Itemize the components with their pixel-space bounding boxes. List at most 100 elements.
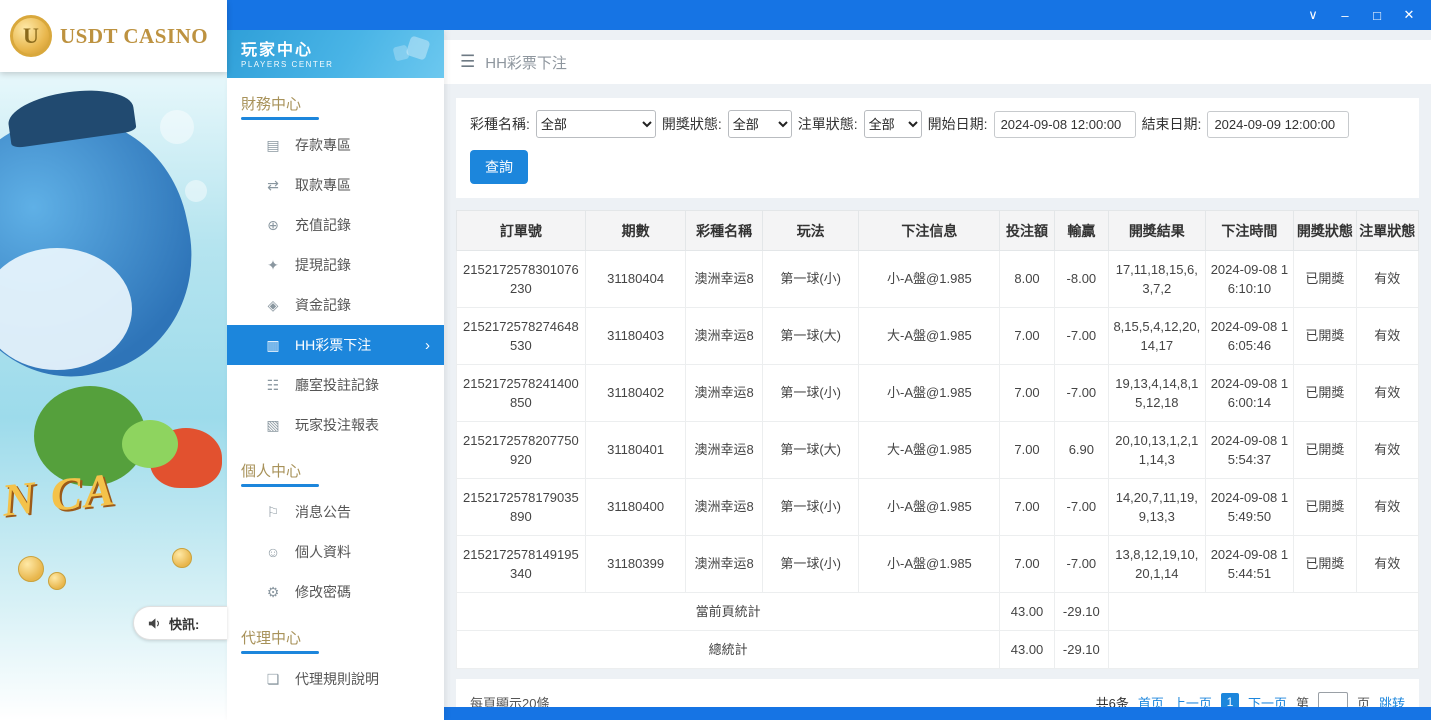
cell-lottery: 澳洲幸运8 [686, 251, 762, 308]
bet-status-select[interactable]: 全部 [864, 110, 922, 138]
sidebar-item-profile[interactable]: ☺ 個人資料 [227, 532, 444, 572]
table-header-row: 訂單號期數彩種名稱玩法下注信息投注額輸贏開獎結果下注時間開獎狀態注單狀態 [457, 211, 1419, 251]
cell-bet_info: 小-A盤@1.985 [859, 251, 1000, 308]
footer-marquee-bar [444, 707, 1431, 720]
section-title: 財務中心 [241, 93, 444, 114]
table-row: 215217257827464853031180403澳洲幸运8第一球(大)大-… [457, 308, 1419, 365]
cell-bet_info: 大-A盤@1.985 [859, 422, 1000, 479]
query-button[interactable]: 查詢 [470, 150, 528, 184]
menu-icon[interactable]: ☰ [460, 52, 475, 72]
sidebar-item-recharge-records[interactable]: ⊕充值記錄 [227, 205, 444, 245]
cell-win_loss: -7.00 [1054, 308, 1108, 365]
section-underline [241, 117, 319, 120]
cell-period: 31180400 [585, 479, 686, 536]
gold-coin [18, 556, 44, 582]
cell-draw_status: 已開獎 [1294, 422, 1356, 479]
cell-order_id: 2152172578274648530 [457, 308, 586, 365]
collapse-icon[interactable]: ∨ [1297, 0, 1329, 30]
column-header: 期數 [585, 211, 686, 251]
sidebar-item-room-bet-records[interactable]: ☷廳室投註記錄 [227, 365, 444, 405]
sidebar-item-deposit-area[interactable]: ▤存款專區 [227, 125, 444, 165]
cell-period: 31180402 [585, 365, 686, 422]
start-date-label: 開始日期: [928, 114, 988, 134]
lottery-name-select[interactable]: 全部 [536, 110, 656, 138]
close-icon[interactable]: ✕ [1393, 0, 1425, 30]
bets-table: 訂單號期數彩種名稱玩法下注信息投注額輸贏開獎結果下注時間開獎狀態注單狀態 215… [456, 210, 1419, 669]
cell-bet_status: 有效 [1356, 251, 1418, 308]
cell-play: 第一球(小) [762, 365, 859, 422]
sidebar-item-withdraw-area[interactable]: ⇄取款專區 [227, 165, 444, 205]
cell-order_id: 2152172578149195340 [457, 536, 586, 593]
cell-bet_time: 2024-09-08 15:54:37 [1205, 422, 1294, 479]
cell-draw_status: 已開獎 [1294, 365, 1356, 422]
sidebar-item-label: 提現記錄 [295, 255, 351, 275]
cell-amount: 7.00 [1000, 422, 1054, 479]
news-ticker-button[interactable]: 快訊: [133, 606, 227, 640]
cell-draw_status: 已開獎 [1294, 479, 1356, 536]
turtle-head [122, 420, 178, 468]
cell-order_id: 2152172578179035890 [457, 479, 586, 536]
ticker-label: 快訊: [169, 614, 199, 633]
cell-play: 第一球(大) [762, 308, 859, 365]
lottery-name-label: 彩種名稱: [470, 114, 530, 134]
end-date-label: 結束日期: [1142, 114, 1202, 134]
column-header: 下注時間 [1205, 211, 1294, 251]
cell-amount: 7.00 [1000, 479, 1054, 536]
agent-rules-icon: ❏ [265, 671, 281, 688]
maximize-icon[interactable]: □ [1361, 0, 1393, 30]
minimize-icon[interactable]: – [1329, 0, 1361, 30]
sidebar-item-label: 代理規則說明 [295, 669, 379, 689]
cell-lottery: 澳洲幸运8 [686, 308, 762, 365]
summary-winloss: -29.10 [1054, 631, 1108, 669]
sidebar-item-player-bet-report[interactable]: ▧玩家投注報表 [227, 405, 444, 445]
cell-play: 第一球(小) [762, 536, 859, 593]
draw-status-label: 開獎狀態: [662, 114, 722, 134]
players-center-subtitle: PLAYERS CENTER [241, 60, 444, 69]
cell-draw_status: 已開獎 [1294, 308, 1356, 365]
cell-bet_time: 2024-09-08 16:05:46 [1205, 308, 1294, 365]
cell-lottery: 澳洲幸运8 [686, 536, 762, 593]
deposit-area-icon: ▤ [265, 137, 281, 154]
summary-filler [1109, 593, 1419, 631]
sidebar-item-label: 個人資料 [295, 542, 351, 562]
cell-order_id: 2152172578241400850 [457, 365, 586, 422]
cell-order_id: 2152172578207750920 [457, 422, 586, 479]
hh-lottery-bets-icon: ▥ [265, 337, 281, 354]
cell-lottery: 澳洲幸运8 [686, 365, 762, 422]
filter-panel: 彩種名稱: 全部 開獎狀態: 全部 注單狀態: 全部 開始日期: 結束日期: [456, 98, 1419, 198]
brand-logo: U USDT CASINO [0, 0, 227, 72]
cell-bet_info: 大-A盤@1.985 [859, 308, 1000, 365]
gold-coin [172, 548, 192, 568]
column-header: 注單狀態 [1356, 211, 1418, 251]
artwork-gold-text: N CA [0, 462, 119, 527]
cell-bet_time: 2024-09-08 16:00:14 [1205, 365, 1294, 422]
bets-table-card: 訂單號期數彩種名稱玩法下注信息投注額輸贏開獎結果下注時間開獎狀態注單狀態 215… [456, 210, 1419, 669]
profile-icon: ☺ [265, 544, 281, 560]
draw-status-select[interactable]: 全部 [728, 110, 792, 138]
cell-bet_status: 有效 [1356, 479, 1418, 536]
sidebar-item-agent-rules[interactable]: ❏ 代理規則說明 [227, 659, 444, 699]
column-header: 輸贏 [1054, 211, 1108, 251]
sidebar-item-withdrawal-records[interactable]: ✦提現記錄 [227, 245, 444, 285]
sidebar: 玩家中心 PLAYERS CENTER 財務中心▤存款專區⇄取款專區⊕充值記錄✦… [227, 30, 444, 720]
cell-bet_status: 有效 [1356, 536, 1418, 593]
sidebar-item-announcements[interactable]: ⚐消息公告 [227, 492, 444, 532]
start-date-input[interactable] [994, 111, 1136, 138]
column-header: 投注額 [1000, 211, 1054, 251]
sidebar-item-funds-records[interactable]: ◈資金記錄 [227, 285, 444, 325]
sidebar-item-change-password[interactable]: ⚙修改密碼 [227, 572, 444, 612]
cell-lottery: 澳洲幸运8 [686, 422, 762, 479]
cell-order_id: 2152172578301076230 [457, 251, 586, 308]
cell-bet_info: 小-A盤@1.985 [859, 536, 1000, 593]
table-row: 215217257820775092031180401澳洲幸运8第一球(大)大-… [457, 422, 1419, 479]
cell-draw_status: 已開獎 [1294, 251, 1356, 308]
page-title: HH彩票下注 [485, 52, 567, 73]
end-date-input[interactable] [1207, 111, 1349, 138]
withdraw-area-icon: ⇄ [265, 177, 281, 194]
sidebar-item-hh-lottery-bets[interactable]: ▥HH彩票下注› [227, 325, 444, 365]
page-topbar: ☰ HH彩票下注 [444, 40, 1431, 84]
summary-winloss: -29.10 [1054, 593, 1108, 631]
section-underline [241, 484, 319, 487]
cell-result: 20,10,13,1,2,11,14,3 [1109, 422, 1206, 479]
cell-bet_status: 有效 [1356, 308, 1418, 365]
